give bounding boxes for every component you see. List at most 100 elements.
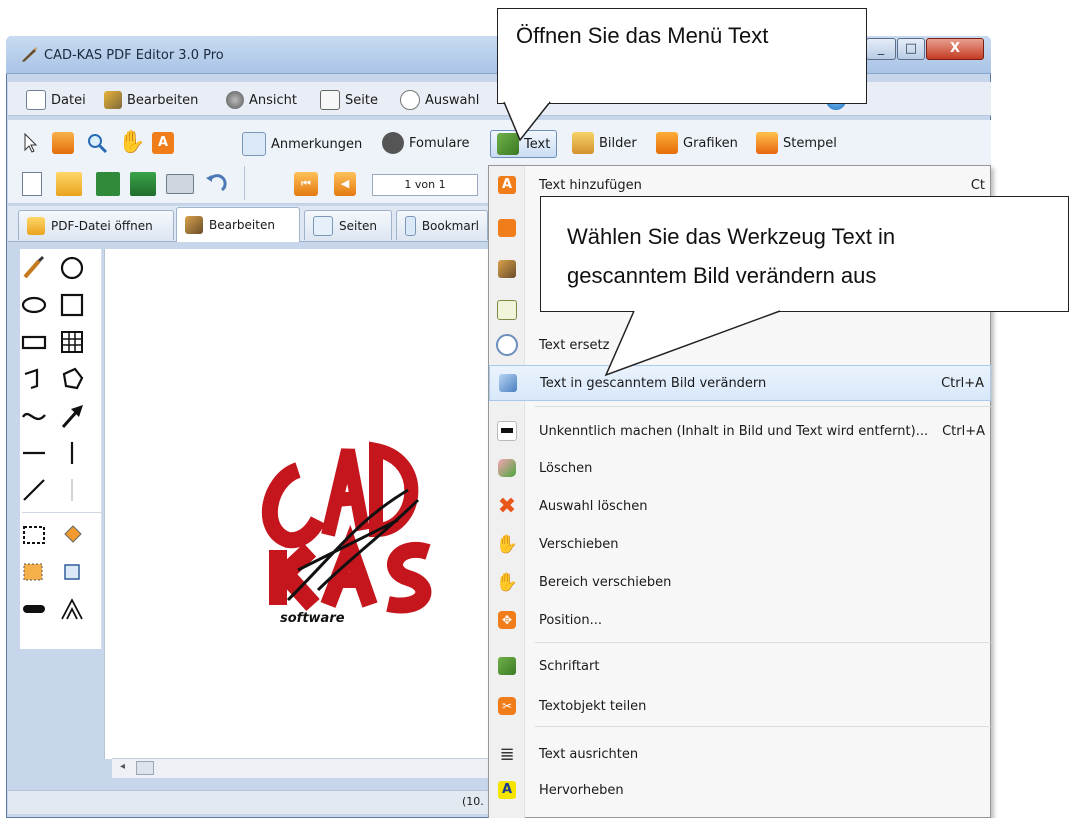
menu-item-auswahl-loeschen[interactable]: ✖ Auswahl löschen [489,488,991,524]
select-area-button[interactable] [52,132,74,154]
scroll-thumb[interactable] [136,761,154,775]
cursor-icon [24,132,38,153]
horizontal-line-icon[interactable] [18,437,50,469]
menu-ansicht[interactable]: Ansicht [226,89,297,111]
minimize-button[interactable]: _ [866,38,896,60]
formulare-button[interactable]: Fomulare [382,132,470,154]
callout-open-text-menu: Öffnen Sie das Menü Text [497,8,867,104]
fill-area-icon[interactable] [18,556,50,588]
stempel-button[interactable]: Stempel [756,132,837,154]
callout-choose-tool: Wählen Sie das Werkzeug Text in gescannt… [540,196,1069,312]
polyline-tool-icon[interactable] [18,363,50,395]
menu-seite[interactable]: Seite [320,89,378,111]
file-icon [26,90,46,110]
ellipse-tool-icon[interactable] [18,289,50,321]
square-tool-icon[interactable] [56,289,88,321]
menu-item-label: Position... [539,612,603,628]
zoom-button[interactable] [86,132,108,154]
formulare-label: Fomulare [409,135,470,151]
brush-tool-icon[interactable] [18,252,50,284]
menu-item-unkenntlich[interactable]: Unkenntlich machen (Inhalt in Bild und T… [489,413,991,449]
undo-icon[interactable] [204,172,228,196]
marquee-select-icon[interactable] [18,519,50,551]
grafiken-label: Grafiken [683,135,738,151]
vertical-line-icon[interactable] [56,437,88,469]
menu-item-schriftart[interactable]: Schriftart [489,648,991,684]
stempel-label: Stempel [783,135,837,151]
menu-item-label: Text hinzufügen [539,177,642,193]
menu-item-loeschen[interactable]: Löschen [489,450,991,486]
arrow-tool-icon[interactable] [56,400,88,432]
maximize-button[interactable]: □ [897,38,925,60]
bilder-button[interactable]: Bilder [572,132,637,154]
tab-pdf-oeffnen[interactable]: PDF-Datei öffnen [18,210,174,240]
graphic-icon [656,132,678,154]
scroll-left-arrow-icon[interactable]: ◂ [120,761,125,772]
menu-item-position[interactable]: ✥ Position... [489,602,991,638]
tab-label: Bearbeiten [209,218,275,232]
print-icon[interactable] [166,174,194,194]
first-page-icon[interactable]: ⏮ [294,172,318,196]
folder-icon [27,216,45,235]
curve-tool-icon[interactable] [18,400,50,432]
font-icon [498,657,516,675]
page-number-field[interactable]: 1 von 1 [372,174,478,196]
menu-item-shortcut: Ct [970,177,985,193]
horizontal-scrollbar[interactable]: ◂ [112,758,489,778]
circle-tool-icon[interactable] [56,252,88,284]
bookmark-icon [405,215,416,236]
menu-separator [535,642,991,643]
hand-tool-button[interactable]: ✋ [118,130,145,155]
anmerkungen-button[interactable]: Anmerkungen [242,132,362,156]
menu-item-shortcut: Ctrl+A [942,423,985,439]
tab-label: PDF-Datei öffnen [51,218,153,233]
view-icon [226,91,244,109]
tab-bookmarks[interactable]: Bookmarl [396,210,488,240]
save-as-icon[interactable] [130,172,156,196]
transform-icon[interactable] [56,556,88,588]
polygon-tool-icon[interactable] [56,363,88,395]
menu-separator [535,406,991,407]
selection-icon [400,90,420,110]
rectangle-tool-icon[interactable] [18,326,50,358]
new-document-icon[interactable] [22,172,42,196]
delete-x-icon: ✖ [497,493,517,519]
table-tool-icon[interactable] [56,326,88,358]
menu-item-verschieben[interactable]: ✋ Verschieben [489,526,991,562]
menu-item-bereich-verschieben[interactable]: ✋ Bereich verschieben [489,564,991,600]
menu-item-label: Bereich verschieben [539,574,672,590]
thin-line-icon[interactable] [56,474,88,506]
caret-icon[interactable] [56,593,88,625]
stamp-icon [756,132,778,154]
move-area-hand-icon: ✋ [495,571,519,593]
split-icon: ✂ [498,697,516,715]
close-button[interactable]: X [926,38,984,60]
menu-item-label: Löschen [539,460,593,476]
open-folder-icon[interactable] [56,172,82,196]
save-icon[interactable] [96,172,120,196]
tab-label: Seiten [339,218,378,233]
diagonal-line-icon[interactable] [18,474,50,506]
rounded-bar-icon[interactable] [18,593,50,625]
prev-page-icon[interactable]: ◀ [334,172,356,196]
callout-pointer [604,305,781,377]
menu-separator [535,726,991,727]
add-text-button[interactable]: A [152,132,174,154]
annotation-icon [242,132,266,156]
logo-software-text: software [280,611,345,626]
fill-bucket-icon[interactable] [56,519,88,551]
tab-seiten[interactable]: Seiten [304,210,392,240]
menu-bearbeiten[interactable]: Bearbeiten [104,89,198,111]
grafiken-button[interactable]: Grafiken [656,132,738,154]
select-area-icon [52,132,74,154]
menu-item-hervorheben[interactable]: A Hervorheben [489,772,991,808]
menu-auswahl[interactable]: Auswahl [400,89,479,111]
pointer-tool-button[interactable] [22,132,40,154]
menu-datei[interactable]: Datei [26,89,86,111]
page-icon [320,90,340,110]
tab-bearbeiten[interactable]: Bearbeiten [176,207,300,242]
menu-item-label: Hervorheben [539,782,624,798]
menu-item-text-ausrichten[interactable]: ≣ Text ausrichten [489,736,991,772]
menu-item-textobjekt-teilen[interactable]: ✂ Textobjekt teilen [489,688,991,724]
callout-text-line-2: gescanntem Bild verändern aus [567,263,877,288]
